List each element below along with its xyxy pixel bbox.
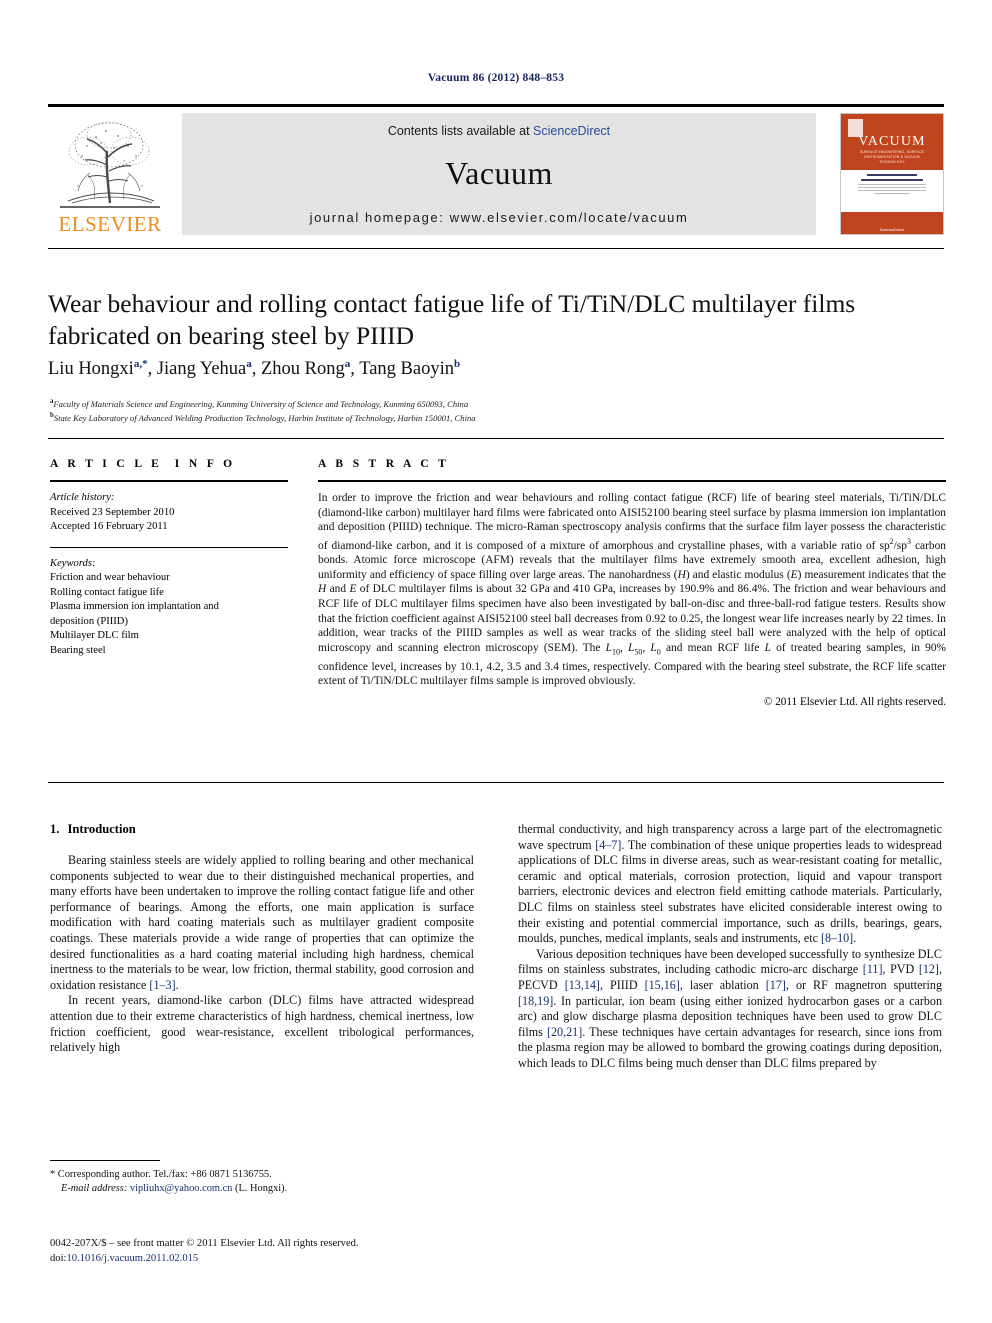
elsevier-logo: ELSEVIER xyxy=(48,113,172,235)
doi-line: doi:10.1016/j.vacuum.2011.02.015 xyxy=(50,1252,510,1267)
citation-reference[interactable]: [13,14] xyxy=(565,978,600,992)
citation-reference[interactable]: [1–3] xyxy=(149,978,175,992)
citation-reference[interactable]: [20,21] xyxy=(547,1025,582,1039)
keyword-item: deposition (PIIID) xyxy=(50,615,128,627)
author-affiliation-marker: a xyxy=(344,358,351,370)
citation-reference[interactable]: [11] xyxy=(863,962,883,976)
paragraph: Bearing stainless steels are widely appl… xyxy=(50,853,474,992)
author-affiliation-marker: b xyxy=(453,358,461,370)
author-entry: Tang Baoyinb xyxy=(359,358,461,380)
paragraph: Various deposition techniques have been … xyxy=(518,946,942,1070)
author-affiliation-marker: a xyxy=(246,358,252,370)
author-name: Liu Hongxi xyxy=(48,359,134,380)
author-entry: Liu Hongxia,* xyxy=(48,358,148,380)
cover-text-lines xyxy=(856,174,928,196)
cover-title: VACUUM xyxy=(858,134,926,149)
affiliation-item: aFaculty of Materials Science and Engine… xyxy=(50,396,950,410)
cover-footer-text: ScienceDirect xyxy=(879,227,905,232)
journal-cover-thumbnail: VACUUM SURFACE ENGINEERING, SURFACE INST… xyxy=(840,113,944,235)
keyword-item: Multilayer DLC film xyxy=(50,630,139,641)
cover-subtitle: SURFACE ENGINEERING, SURFACE INSTRUMENTA… xyxy=(859,150,925,164)
issn-copyright-line: 0042-207X/$ – see front matter © 2011 El… xyxy=(50,1238,359,1249)
imprint-block: 0042-207X/$ – see front matter © 2011 El… xyxy=(50,1237,510,1266)
citation-reference[interactable]: [17] xyxy=(766,978,786,992)
doi-label: doi: xyxy=(50,1252,67,1264)
article-history-label: Article history: xyxy=(50,492,115,503)
article-info-rule xyxy=(50,480,288,482)
article-history-accepted: Accepted 16 February 2011 xyxy=(50,521,168,532)
running-head: Vacuum 86 (2012) 848–853 xyxy=(427,72,565,84)
author-list: Liu Hongxia,*, Jiang Yehuaa, Zhou Ronga,… xyxy=(48,358,461,380)
journal-title: Vacuum xyxy=(445,155,553,191)
article-history-received: Received 23 September 2010 xyxy=(50,506,175,518)
journal-masthead: ELSEVIER Contents lists available at Sci… xyxy=(48,104,944,235)
paper-page: Vacuum 86 (2012) 848–853 ELSEVIER Conten… xyxy=(0,0,992,1323)
email-author: (L. Hongxi). xyxy=(235,1183,288,1194)
paragraph: thermal conductivity, and high transpare… xyxy=(518,822,942,946)
article-info-heading: A R T I C L E I N F O xyxy=(50,458,236,470)
footnote-divider xyxy=(50,1160,160,1161)
keyword-item: Friction and wear behaviour xyxy=(50,572,170,583)
affiliation-text: State Key Laboratory of Advanced Welding… xyxy=(53,413,476,424)
corresponding-author-note: * Corresponding author. Tel./fax: +86 08… xyxy=(50,1169,272,1180)
section-number: 1. xyxy=(50,822,60,836)
keywords-rule xyxy=(50,546,288,548)
citation-reference[interactable]: [15,16] xyxy=(645,978,680,992)
cover-volume-text: Volume 86 Issue 7 xyxy=(872,205,911,210)
elsevier-wordmark: ELSEVIER xyxy=(58,212,162,236)
abstract-column: A B S T R A C T In order to improve the … xyxy=(318,458,946,708)
journal-homepage-link[interactable]: journal homepage: www.elsevier.com/locat… xyxy=(182,210,816,225)
citation-reference[interactable]: [18,19] xyxy=(518,994,553,1008)
author-entry: Zhou Ronga xyxy=(261,358,351,380)
body-column-left: 1. Introduction Bearing stainless steels … xyxy=(50,822,474,1056)
article-info-column: A R T I C L E I N F O Article history: R… xyxy=(50,458,288,658)
author-entry: Jiang Yehuaa xyxy=(156,358,252,380)
keyword-item: Bearing steel xyxy=(50,644,106,656)
contents-available-line: Contents lists available at ScienceDirec… xyxy=(182,124,816,138)
elsevier-tree-icon xyxy=(60,121,160,208)
citation-reference[interactable]: [12] xyxy=(919,962,939,976)
author-name: Jiang Yehua xyxy=(156,359,247,380)
email-link[interactable]: vipliuhx@yahoo.com.cn xyxy=(130,1183,233,1194)
section-heading-introduction: 1. Introduction xyxy=(50,822,474,837)
doi-link[interactable]: 10.1016/j.vacuum.2011.02.015 xyxy=(66,1253,198,1264)
affiliation-text: Faculty of Materials Science and Enginee… xyxy=(53,398,469,409)
title-divider xyxy=(48,248,944,249)
author-name: Zhou Rong xyxy=(261,359,345,380)
sciencedirect-link[interactable]: ScienceDirect xyxy=(533,124,610,138)
section-title: Introduction xyxy=(67,822,136,836)
affiliation-list: aFaculty of Materials Science and Engine… xyxy=(50,396,950,425)
sciencedirect-band: Contents lists available at ScienceDirec… xyxy=(182,113,816,235)
citation-reference[interactable]: [8–10] xyxy=(821,931,853,945)
paragraph: In recent years, diamond-like carbon (DL… xyxy=(50,993,474,1055)
email-note: E-mail address: vipliuhx@yahoo.com.cn (L… xyxy=(50,1182,474,1196)
keywords-label: Keywords: xyxy=(50,557,96,569)
author-affiliation-marker: a,* xyxy=(133,358,148,370)
abstract-heading: A B S T R A C T xyxy=(318,458,450,470)
article-title: Wear behaviour and rolling contact fatig… xyxy=(48,289,856,350)
footnote-block: * Corresponding author. Tel./fax: +86 08… xyxy=(50,1168,474,1196)
abstract-rule xyxy=(318,480,946,482)
affiliation-item: bState Key Laboratory of Advanced Weldin… xyxy=(50,410,950,424)
contents-prefix: Contents lists available at xyxy=(387,124,534,138)
keyword-item: Plasma immersion ion implantation and xyxy=(50,601,219,612)
body-column-right: thermal conductivity, and high transpare… xyxy=(518,822,942,1072)
email-label: E-mail address: xyxy=(61,1183,128,1194)
abstract-bottom-divider xyxy=(48,782,944,783)
abstract-text: In order to improve the friction and wea… xyxy=(318,492,947,688)
abstract-copyright: © 2011 Elsevier Ltd. All rights reserved… xyxy=(763,695,946,708)
author-name: Tang Baoyin xyxy=(359,359,454,380)
keyword-item: Rolling contact fatigue life xyxy=(50,586,164,598)
abstract-top-divider xyxy=(48,438,944,439)
citation-reference[interactable]: [4–7] xyxy=(595,838,621,852)
